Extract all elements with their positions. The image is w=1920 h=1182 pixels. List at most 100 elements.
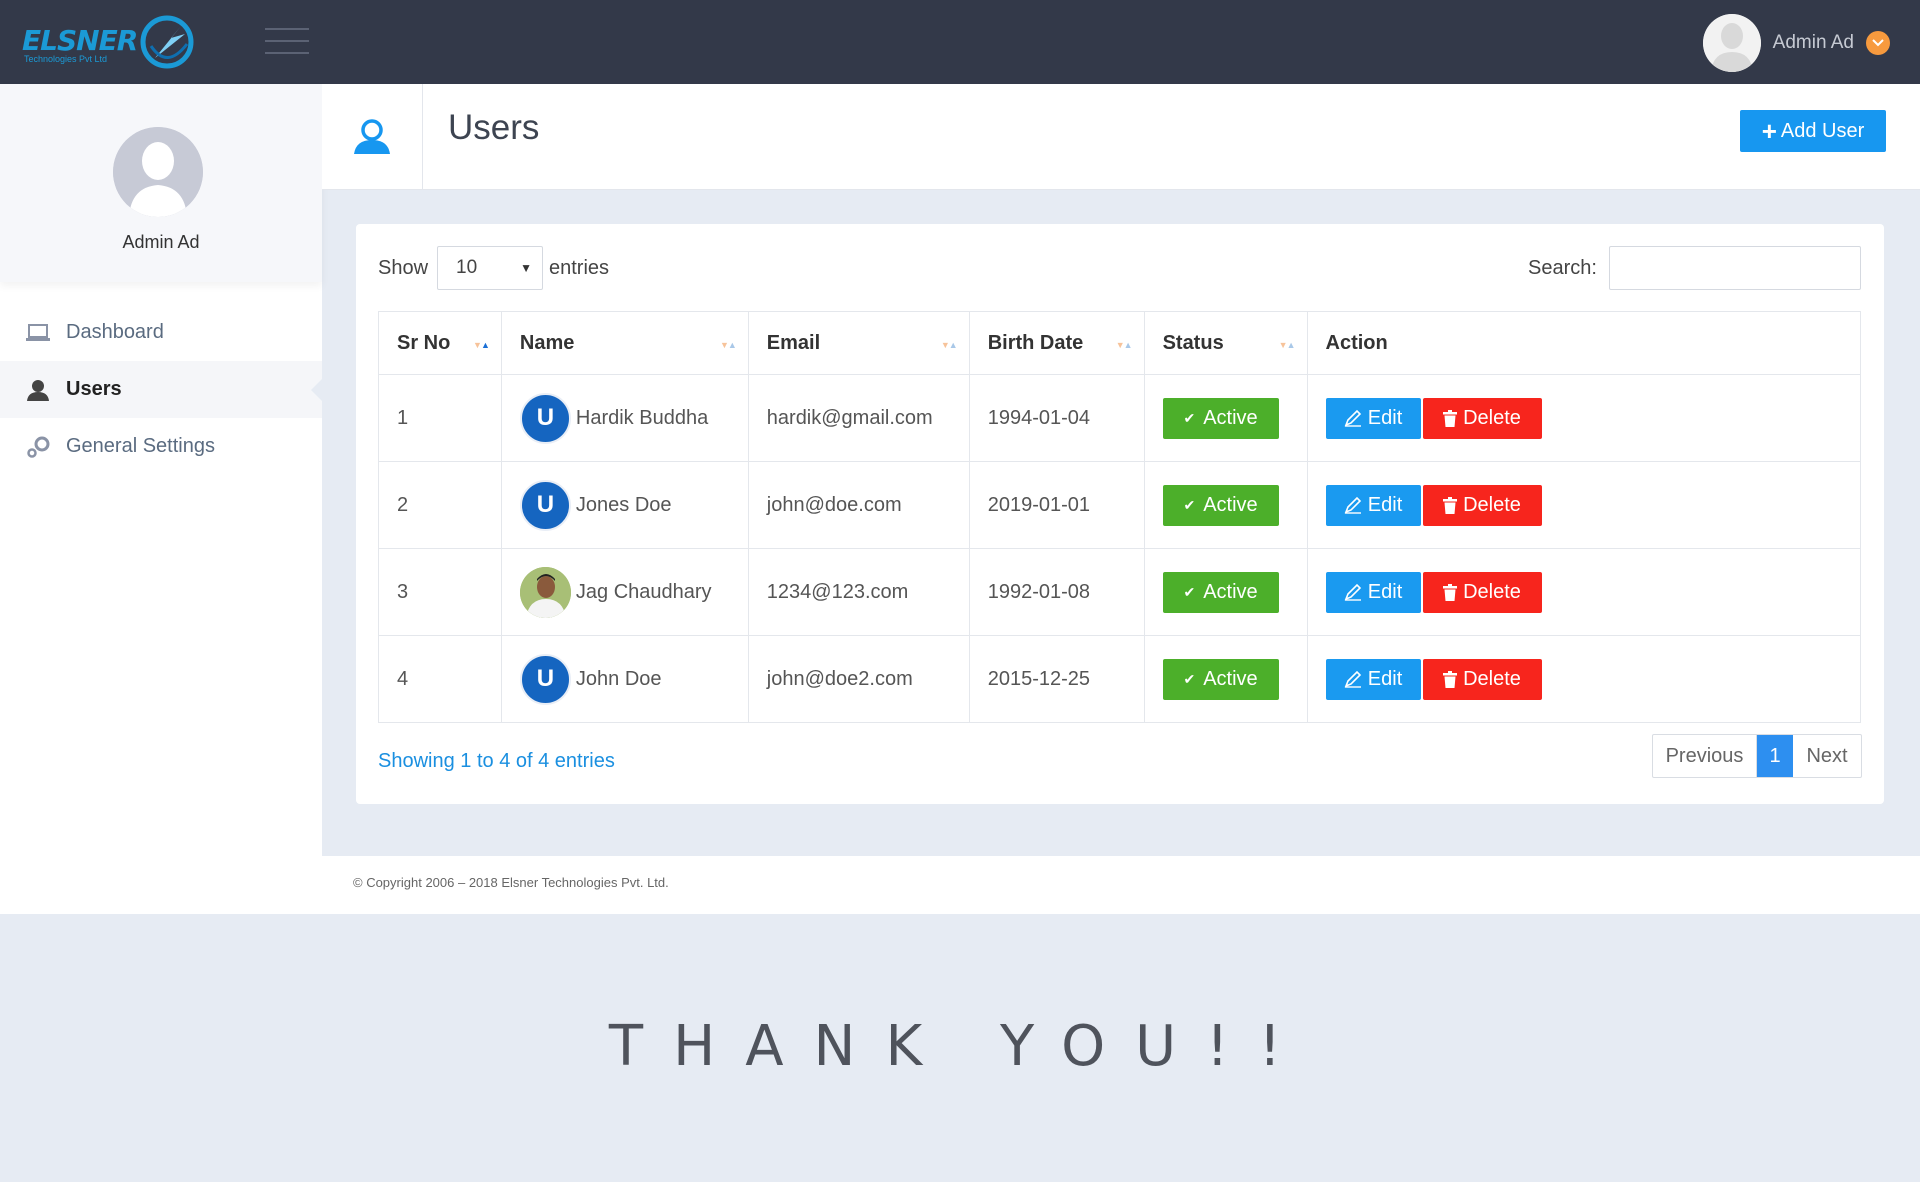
sr-no-cell: 1 [378, 374, 502, 462]
status-cell: ✔ Active [1143, 461, 1308, 549]
edit-button[interactable]: Edit [1325, 571, 1421, 613]
delete-button[interactable]: Delete [1422, 397, 1542, 439]
brand-tagline: Technologies Pvt Ltd [24, 54, 108, 64]
user-name: Hardik Buddha [575, 406, 709, 429]
avatar: U [519, 479, 571, 531]
sidebar-item-general-settings[interactable]: General Settings [0, 418, 322, 475]
sidebar-item-label: Dashboard [66, 321, 164, 343]
user-silhouette-icon [1702, 14, 1761, 72]
delete-button[interactable]: Delete [1422, 571, 1542, 613]
edit-button[interactable]: Edit [1325, 658, 1421, 700]
sidebar-item-dashboard[interactable]: Dashboard [0, 304, 322, 361]
brand-logo[interactable]: ELSNER Technologies Pvt Ltd [22, 8, 202, 74]
sort-icon: ▼▲ [940, 340, 958, 350]
name-cell: U John Doe [500, 635, 749, 723]
previous-page-button[interactable]: Previous [1653, 735, 1757, 777]
email-cell: 1234@123.com [747, 548, 970, 636]
name-cell: U Jones Doe [500, 461, 749, 549]
column-header-sr-no[interactable]: Sr No ▼▲ [378, 311, 502, 375]
trash-icon [1443, 670, 1458, 688]
pencil-icon [1344, 496, 1362, 514]
top-navbar: ELSNER Technologies Pvt Ltd Admin Ad [0, 0, 1920, 84]
check-icon: ✔ [1183, 409, 1196, 426]
birth-date-cell: 1992-01-08 [968, 548, 1145, 636]
check-icon: ✔ [1183, 496, 1196, 513]
sidebar-nav: Dashboard Users General Settings [0, 304, 323, 475]
status-badge[interactable]: ✔ Active [1162, 658, 1279, 700]
pencil-icon [1344, 583, 1362, 601]
thank-you-text: THANK YOU!! [608, 1014, 1312, 1079]
users-table: Sr No ▼▲ Name ▼▲ Email ▼▲ Birth Date ▼▲ Stat… [378, 311, 1862, 723]
table-row: 4 U John Doe john@doe2.com 2015-12-25 ✔ Ac… [378, 635, 1862, 723]
sidebar-item-label: General Settings [66, 435, 215, 457]
sidebar: Admin Ad Dashboard Users General Setting… [0, 84, 323, 914]
page-length-select[interactable]: 10 ▼ [437, 246, 543, 290]
sr-no-cell: 4 [378, 635, 502, 723]
status-badge[interactable]: ✔ Active [1162, 571, 1279, 613]
page-header: Users + Add User [322, 84, 1920, 190]
email-cell: john@doe2.com [747, 635, 970, 723]
laptop-icon [24, 321, 52, 345]
action-cell: Edit Delete [1306, 548, 1862, 636]
name-cell: Jag Chaudhary [500, 548, 749, 636]
add-user-button[interactable]: + Add User [1740, 110, 1886, 152]
sidebar-profile: Admin Ad [0, 84, 322, 282]
sort-icon: ▼▲ [1278, 340, 1296, 350]
email-cell: john@doe.com [747, 461, 970, 549]
copyright-text: © Copyright 2006 – 2018 Elsner Technolog… [353, 875, 669, 890]
status-badge[interactable]: ✔ Active [1162, 397, 1279, 439]
page-1-button[interactable]: 1 [1757, 735, 1793, 777]
profile-name: Admin Ad [122, 232, 200, 252]
logo-swirl-icon [140, 15, 194, 69]
chevron-down-icon[interactable] [1866, 31, 1890, 55]
sidebar-item-users[interactable]: Users [0, 361, 323, 418]
action-cell: Edit Delete [1306, 635, 1862, 723]
avatar [519, 566, 571, 618]
sort-icon: ▼▲ [473, 340, 490, 350]
add-user-label: Add User [1780, 119, 1865, 142]
birth-date-cell: 2015-12-25 [968, 635, 1145, 723]
user-silhouette-icon [113, 127, 203, 217]
column-header-email[interactable]: Email ▼▲ [747, 311, 970, 375]
search-input[interactable] [1609, 246, 1861, 290]
sort-icon: ▼▲ [1115, 340, 1133, 350]
column-header-status[interactable]: Status ▼▲ [1143, 311, 1308, 375]
trash-icon [1443, 583, 1458, 601]
plus-icon: + [1761, 116, 1777, 146]
user-name: John Doe [575, 667, 662, 690]
delete-button[interactable]: Delete [1422, 658, 1542, 700]
pencil-icon [1344, 409, 1362, 427]
page-title: Users [448, 108, 540, 147]
check-icon: ✔ [1183, 670, 1196, 687]
edit-button[interactable]: Edit [1325, 484, 1421, 526]
sidebar-item-label: Users [66, 378, 122, 400]
user-name: Jones Doe [575, 493, 672, 516]
column-header-birth-date[interactable]: Birth Date ▼▲ [968, 311, 1145, 375]
table-info: Showing 1 to 4 of 4 entries [378, 750, 615, 772]
name-cell: U Hardik Buddha [500, 374, 749, 462]
delete-button[interactable]: Delete [1422, 484, 1542, 526]
search-label: Search: [1528, 257, 1597, 279]
gears-icon [24, 435, 52, 459]
status-cell: ✔ Active [1143, 374, 1308, 462]
status-badge[interactable]: ✔ Active [1162, 484, 1279, 526]
avatar [1702, 14, 1761, 72]
pagination: Previous 1 Next [1652, 734, 1862, 778]
next-page-button[interactable]: Next [1793, 735, 1861, 777]
caret-down-icon: ▼ [520, 261, 532, 275]
brand-name: ELSNER [22, 24, 138, 57]
page-footer: © Copyright 2006 – 2018 Elsner Technolog… [322, 856, 1920, 914]
avatar: U [519, 653, 571, 705]
pencil-icon [1344, 670, 1362, 688]
avatar [113, 127, 203, 217]
column-header-name[interactable]: Name ▼▲ [500, 311, 749, 375]
avatar: U [519, 392, 571, 444]
action-cell: Edit Delete [1306, 374, 1862, 462]
action-cell: Edit Delete [1306, 461, 1862, 549]
hamburger-icon[interactable] [265, 28, 309, 56]
trash-icon [1443, 409, 1458, 427]
edit-button[interactable]: Edit [1325, 397, 1421, 439]
user-menu[interactable]: Admin Ad [1702, 14, 1890, 72]
status-cell: ✔ Active [1143, 548, 1308, 636]
table-row: 1 U Hardik Buddha hardik@gmail.com 1994-0… [378, 374, 1862, 462]
